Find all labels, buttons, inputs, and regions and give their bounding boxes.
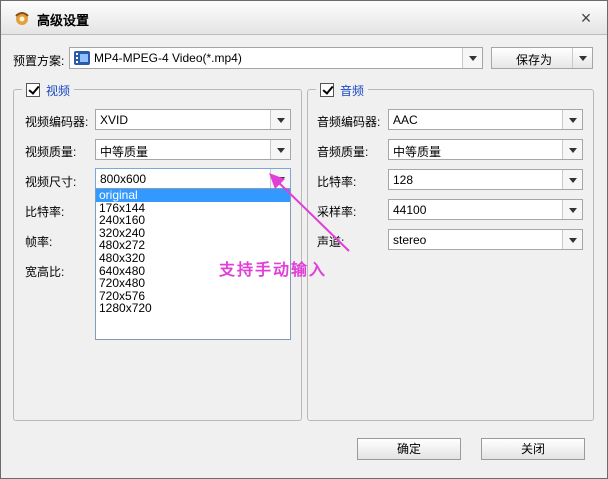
video-legend: 视频	[22, 81, 75, 99]
audio-legend-label: 音频	[340, 83, 365, 98]
video-enable-checkbox[interactable]	[26, 83, 40, 97]
video-encoder-value: XVID	[100, 113, 129, 127]
film-icon	[74, 51, 90, 65]
video-size-value[interactable]: 800x600	[100, 172, 146, 186]
preset-label: 预置方案:	[13, 54, 65, 68]
dialog-title: 高级设置	[37, 14, 90, 29]
chevron-down-icon[interactable]	[562, 200, 582, 219]
audio-enable-checkbox[interactable]	[320, 83, 334, 97]
audio-legend: 音频	[316, 81, 369, 99]
audio-bitrate-dropdown[interactable]: 128	[388, 169, 583, 190]
video-encoder-label: 视频编码器:	[25, 115, 89, 129]
video-bitrate-label: 比特率:	[25, 205, 65, 219]
video-quality-label: 视频质量:	[25, 145, 77, 159]
chevron-down-icon[interactable]	[562, 170, 582, 189]
chevron-down-icon[interactable]	[562, 140, 582, 159]
audio-encoder-dropdown[interactable]: AAC	[388, 109, 583, 130]
audio-samplerate-dropdown[interactable]: 44100	[388, 199, 583, 220]
audio-channel-dropdown[interactable]: stereo	[388, 229, 583, 250]
audio-quality-label: 音频质量:	[317, 145, 369, 159]
preset-dropdown[interactable]: MP4-MPEG-4 Video(*.mp4)	[69, 47, 483, 69]
audio-quality-dropdown[interactable]: 中等质量	[388, 139, 583, 160]
chevron-down-icon[interactable]	[462, 48, 482, 68]
video-size-option[interactable]: 1280x720	[96, 302, 290, 315]
audio-quality-value: 中等质量	[393, 145, 442, 159]
audio-channel-value: stereo	[393, 233, 427, 247]
video-legend-label: 视频	[46, 83, 71, 98]
title-bar: 高级设置 ×	[1, 1, 607, 35]
advanced-settings-dialog: 高级设置 × 预置方案: MP4-MPEG-4 Video(*.mp4) 保存为…	[0, 0, 608, 479]
close-button[interactable]: 关闭	[481, 438, 585, 460]
audio-bitrate-value: 128	[393, 173, 414, 187]
preset-value: MP4-MPEG-4 Video(*.mp4)	[94, 51, 242, 65]
manual-input-annotation: 支持手动输入	[219, 260, 328, 279]
video-aspect-label: 宽高比:	[25, 265, 65, 279]
audio-encoder-label: 音频编码器:	[317, 115, 381, 129]
video-size-label: 视频尺寸:	[25, 175, 77, 189]
video-quality-value: 中等质量	[100, 145, 149, 159]
chevron-down-icon[interactable]	[572, 48, 592, 68]
video-framerate-label: 帧率:	[25, 235, 53, 249]
ok-button[interactable]: 确定	[357, 438, 461, 460]
close-icon[interactable]: ×	[575, 8, 597, 28]
video-encoder-dropdown[interactable]: XVID	[95, 109, 291, 130]
app-logo-icon	[15, 12, 29, 25]
chevron-down-icon[interactable]	[270, 140, 290, 159]
save-as-button[interactable]: 保存为	[491, 47, 593, 69]
annotation-arrow-icon	[269, 173, 350, 252]
chevron-down-icon[interactable]	[562, 230, 582, 249]
audio-encoder-value: AAC	[393, 113, 418, 127]
save-as-label: 保存为	[516, 53, 553, 67]
audio-samplerate-value: 44100	[393, 203, 427, 217]
chevron-down-icon[interactable]	[562, 110, 582, 129]
video-quality-dropdown[interactable]: 中等质量	[95, 139, 291, 160]
chevron-down-icon[interactable]	[270, 110, 290, 129]
